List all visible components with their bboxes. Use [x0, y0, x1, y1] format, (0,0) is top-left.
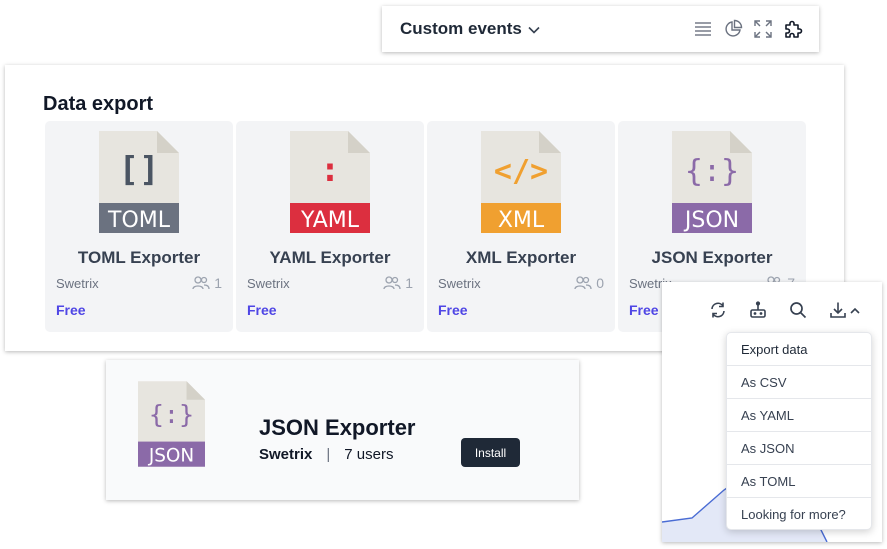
pie-chart-icon[interactable]: [723, 19, 743, 39]
export-as-yaml[interactable]: As YAML: [727, 399, 871, 432]
puzzle-icon[interactable]: [783, 19, 803, 39]
extension-author: Swetrix: [259, 446, 313, 463]
extension-title: JSON Exporter: [259, 415, 416, 440]
export-dropdown-menu: Export data As CSV As YAML As JSON As TO…: [726, 332, 872, 530]
install-button[interactable]: Install: [461, 438, 520, 467]
extension-tile-yaml[interactable]: : YAML YAML Exporter Swetrix 1 Free: [236, 121, 424, 332]
yaml-file-icon: : YAML: [290, 131, 370, 233]
json-file-icon: {:} JSON: [138, 381, 205, 467]
extension-meta: Swetrix | 7 users: [259, 446, 393, 463]
users-count: 1: [405, 275, 413, 291]
svg-text:</>: </>: [494, 154, 548, 189]
svg-text:TOML: TOML: [107, 208, 171, 233]
extension-price: Free: [629, 302, 659, 318]
svg-text:JSON: JSON: [683, 208, 739, 233]
custom-events-toolbar: Custom events: [382, 6, 819, 52]
extension-author: Swetrix: [247, 276, 290, 291]
extension-name: XML Exporter: [465, 248, 577, 267]
extension-users: 1: [383, 275, 413, 291]
json-file-icon: {:} JSON: [672, 131, 752, 233]
extension-author: Swetrix: [438, 276, 481, 291]
svg-text:YAML: YAML: [300, 208, 360, 233]
extension-tile-xml[interactable]: </> XML XML Exporter Swetrix 0 Free: [427, 121, 615, 332]
meta-separator: |: [326, 446, 331, 463]
toml-file-icon: [] TOML: [99, 131, 179, 233]
extension-users: 0: [574, 275, 604, 291]
extension-name: JSON Exporter: [651, 248, 773, 267]
fullscreen-icon[interactable]: [753, 19, 773, 39]
extension-price: Free: [56, 302, 86, 318]
xml-file-icon: </> XML: [481, 131, 561, 233]
extension-price: Free: [247, 302, 277, 318]
svg-text:JSON: JSON: [148, 446, 194, 467]
users-icon: [383, 276, 401, 290]
svg-text:{:}: {:}: [685, 154, 739, 189]
export-as-json[interactable]: As JSON: [727, 432, 871, 465]
chevron-down-icon: [528, 26, 540, 34]
list-icon[interactable]: [693, 19, 713, 39]
segment-icon[interactable]: [746, 298, 770, 322]
looking-for-more-link[interactable]: Looking for more?: [727, 498, 871, 531]
extension-tile-toml[interactable]: [] TOML TOML Exporter Swetrix 1 Free: [45, 121, 233, 332]
custom-events-title: Custom events: [400, 19, 522, 38]
custom-events-dropdown[interactable]: Custom events: [400, 19, 540, 39]
svg-text:{:}: {:}: [149, 400, 194, 429]
users-count: 0: [596, 275, 604, 291]
svg-text::: :: [320, 150, 340, 190]
extension-name: YAML Exporter: [269, 248, 391, 267]
users-icon: [574, 276, 592, 290]
export-as-csv[interactable]: As CSV: [727, 366, 871, 399]
extension-name: TOML Exporter: [77, 248, 201, 267]
users-icon: [192, 276, 210, 290]
section-title: Data export: [43, 93, 154, 115]
extension-price: Free: [438, 302, 468, 318]
extension-users: 7 users: [344, 446, 394, 463]
extension-users: 1: [192, 275, 222, 291]
chevron-up-icon: [849, 307, 860, 314]
extension-detail-card: {:} JSON JSON Exporter Swetrix | 7 users…: [106, 360, 579, 500]
export-menu-header: Export data: [727, 333, 871, 366]
svg-text:[]: []: [119, 150, 160, 190]
search-icon[interactable]: [786, 298, 810, 322]
svg-text:XML: XML: [498, 208, 545, 233]
extension-author: Swetrix: [56, 276, 99, 291]
download-icon[interactable]: [826, 298, 862, 322]
users-count: 1: [214, 275, 222, 291]
refresh-icon[interactable]: [706, 298, 730, 322]
export-as-toml[interactable]: As TOML: [727, 465, 871, 498]
